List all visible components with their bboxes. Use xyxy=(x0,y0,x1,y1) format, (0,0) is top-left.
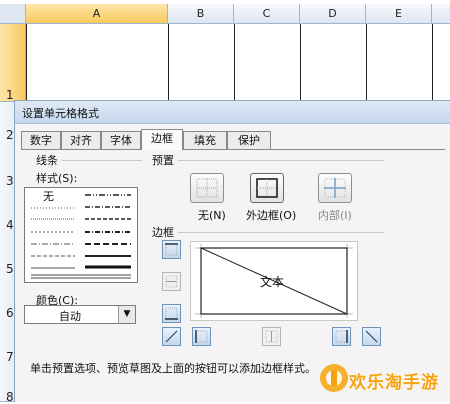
style-label: 样式(S): xyxy=(36,172,78,185)
dialog-title: 设置单元格格式 xyxy=(22,107,99,120)
border-right-icon xyxy=(335,330,348,343)
border-left-icon xyxy=(195,330,208,343)
border-right-button[interactable] xyxy=(332,327,351,346)
column-header-a[interactable]: A xyxy=(26,4,168,24)
column-header-e[interactable]: E xyxy=(366,4,432,24)
color-dropdown[interactable]: 自动 ▼ xyxy=(24,305,136,324)
border-diagonal-down-button[interactable] xyxy=(362,327,381,346)
column-header-c[interactable]: C xyxy=(234,4,300,24)
tab-border[interactable]: 边框 xyxy=(141,129,183,150)
select-all-corner[interactable] xyxy=(0,4,26,24)
cell-border xyxy=(432,24,433,104)
color-value: 自动 xyxy=(59,310,81,323)
row-number-2: 2 xyxy=(6,128,14,142)
preset-outline-button[interactable] xyxy=(250,173,284,203)
border-top-button[interactable] xyxy=(162,240,181,259)
preset-inside-icon xyxy=(324,178,346,198)
preview-text: 文本 xyxy=(260,275,285,289)
column-header-f[interactable] xyxy=(432,4,450,24)
border-left-button[interactable] xyxy=(192,327,211,346)
border-bottom-button[interactable] xyxy=(162,304,181,323)
cell-a1[interactable] xyxy=(26,24,168,102)
tab-protection[interactable]: 保护 xyxy=(227,131,271,149)
border-inside-horizontal-button[interactable] xyxy=(162,272,181,291)
border-bottom-icon xyxy=(165,307,178,320)
chevron-down-icon[interactable]: ▼ xyxy=(118,306,135,323)
border-diagonal-up-button[interactable] xyxy=(162,327,181,346)
row-number-3: 3 xyxy=(6,174,14,188)
line-style-list[interactable]: 无 xyxy=(24,187,138,283)
border-diagonal-up-icon xyxy=(165,330,178,343)
cell-border xyxy=(234,24,235,104)
border-group-label: 边框 xyxy=(152,226,174,239)
row-number-1: 1 xyxy=(6,88,14,102)
footer-hint: 单击预置选项、预览草图及上面的按钮可以添加边框样式。 xyxy=(30,362,316,375)
row-number-5: 5 xyxy=(6,262,14,276)
preset-group-label: 预置 xyxy=(152,154,174,167)
line-group-separator xyxy=(62,160,142,161)
dialog-titlebar[interactable]: 设置单元格格式 xyxy=(15,101,450,124)
row-number-6: 6 xyxy=(6,306,14,320)
cell-border xyxy=(366,24,367,104)
watermark-text: 欢乐淘手游 xyxy=(349,373,439,393)
line-group-label: 线条 xyxy=(36,154,58,167)
preset-none-label: 无(N) xyxy=(198,209,226,222)
cell-border xyxy=(300,24,301,104)
preset-inside-label: 内部(I) xyxy=(318,209,352,222)
border-inside-vertical-icon xyxy=(265,330,278,343)
border-inside-vertical-button[interactable] xyxy=(262,327,281,346)
row-number-4: 4 xyxy=(6,218,14,232)
preset-inside-button[interactable] xyxy=(318,173,352,203)
border-inside-horizontal-icon xyxy=(165,275,178,288)
row-number-7: 7 xyxy=(6,350,14,364)
tab-alignment[interactable]: 对齐 xyxy=(61,131,101,149)
border-top-icon xyxy=(165,243,178,256)
column-header-b[interactable]: B xyxy=(168,4,234,24)
line-style-samples xyxy=(31,194,131,279)
preset-none-icon xyxy=(196,178,218,198)
preset-outline-label: 外边框(O) xyxy=(246,209,297,222)
border-diagonal-down-icon xyxy=(365,330,378,343)
border-group-separator xyxy=(178,232,384,233)
tab-fill[interactable]: 填充 xyxy=(183,131,227,149)
tab-number[interactable]: 数字 xyxy=(21,131,61,149)
preset-none-button[interactable] xyxy=(190,173,224,203)
preset-group-separator xyxy=(178,160,384,161)
preset-outline-icon xyxy=(256,178,278,198)
tab-font[interactable]: 字体 xyxy=(101,131,141,149)
cell-border xyxy=(168,24,169,104)
column-header-d[interactable]: D xyxy=(300,4,366,24)
